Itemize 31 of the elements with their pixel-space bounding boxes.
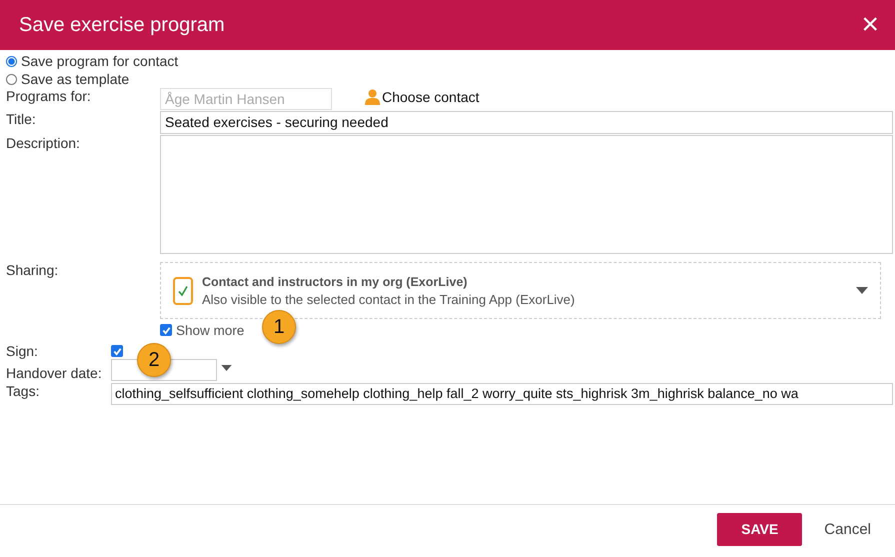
description-field[interactable] [160, 135, 893, 254]
field-label: Handover date: [6, 365, 103, 381]
radio-label: Save program for contact [21, 53, 178, 69]
checkbox[interactable] [160, 324, 172, 336]
field-label: Tags: [6, 383, 40, 401]
choose-contact-button[interactable]: Choose contact [365, 88, 480, 106]
field-label: Sign: [6, 343, 39, 359]
save-button[interactable]: SAVE [717, 512, 802, 546]
person-icon [365, 89, 380, 105]
caret-icon[interactable] [221, 365, 232, 371]
radio-button[interactable] [6, 56, 17, 66]
tags-field[interactable]: clothing_selfsufficient clothing_somehelp clothing_help fall_2 worry_quite sts_highrisk 3m_highrisk balance_no wa [111, 383, 893, 405]
cancel-button[interactable]: Cancel [824, 520, 871, 538]
field-label: Description: [6, 135, 81, 153]
radio-label: Save as template [21, 71, 130, 87]
radio-button[interactable] [6, 74, 17, 84]
callout-badge: 2 [137, 343, 171, 377]
callout-badge: 1 [262, 310, 296, 344]
contact-field: Åge Martin Hansen [160, 88, 332, 110]
checkbox[interactable] [111, 345, 123, 357]
title-field[interactable]: Seated exercises - securing needed [160, 111, 893, 134]
sharing-title: Contact and instructors in my org (ExorLive) [202, 274, 468, 288]
field-label: Sharing: [6, 262, 60, 280]
check-icon [177, 284, 189, 296]
caret-icon [856, 287, 868, 294]
sharing-description: Also visible to the selected contact in the Training App (ExorLive) [202, 292, 576, 306]
close-button[interactable]: × [857, 10, 883, 40]
window-title: Save exercise program [19, 14, 225, 36]
field-label: Title: [6, 111, 37, 129]
checkbox-label: Show more [176, 322, 244, 338]
field-label: Programs for: [6, 88, 92, 104]
